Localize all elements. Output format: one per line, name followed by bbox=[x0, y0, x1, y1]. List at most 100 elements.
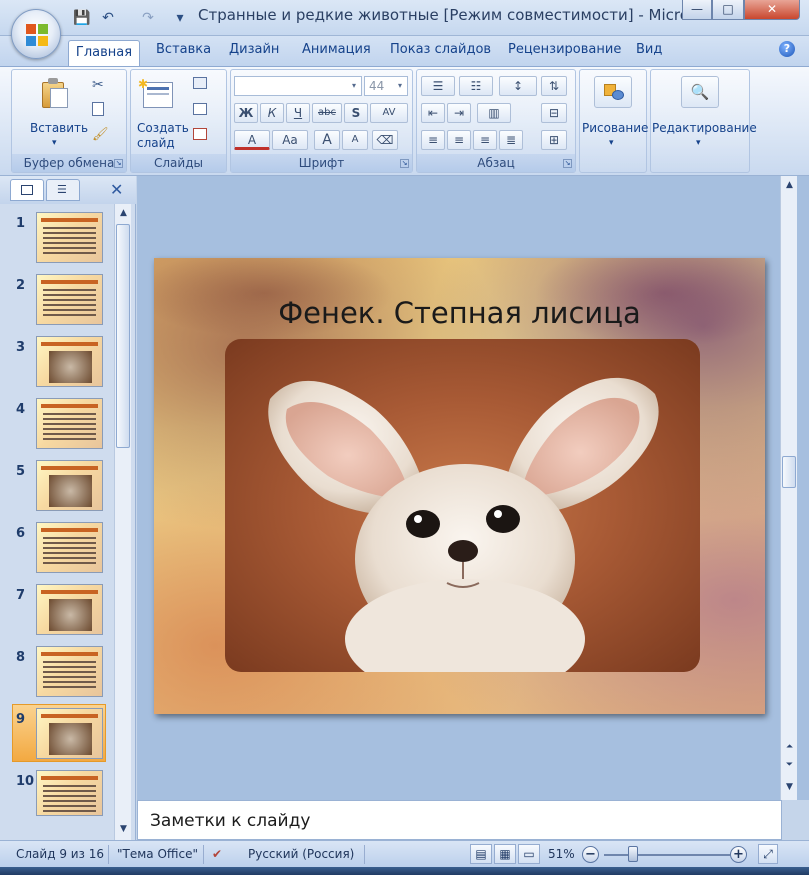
scroll-thumb[interactable] bbox=[116, 224, 130, 448]
zoom-in-button[interactable]: + bbox=[730, 846, 747, 863]
shapes-icon[interactable] bbox=[594, 76, 632, 108]
columns-icon[interactable]: ▥ bbox=[477, 103, 511, 123]
editor-scrollbar[interactable]: ▲ ⏶ ⏷ ▼ bbox=[780, 176, 797, 800]
paragraph-launcher-icon[interactable]: ↘ bbox=[563, 159, 572, 168]
shrink-font-button[interactable]: A bbox=[342, 130, 368, 150]
previous-slide-icon[interactable]: ⏶ bbox=[782, 740, 797, 755]
cut-icon[interactable]: ✂ bbox=[92, 77, 104, 93]
undo-icon[interactable]: ↶ bbox=[98, 9, 118, 27]
tab-insert[interactable]: Вставка bbox=[156, 42, 211, 57]
close-button[interactable]: ✕ bbox=[744, 0, 800, 20]
font-launcher-icon[interactable]: ↘ bbox=[400, 159, 409, 168]
font-color-button[interactable]: A bbox=[234, 130, 270, 150]
slide-thumbnail-1[interactable] bbox=[36, 212, 103, 263]
slide-thumbnail-6[interactable] bbox=[36, 522, 103, 573]
slide-thumbnail-5[interactable] bbox=[36, 460, 103, 511]
slide-sorter-button[interactable]: ▦ bbox=[494, 844, 516, 864]
font-name-combobox[interactable]: ▾ bbox=[234, 76, 362, 96]
slide-thumbnail-3[interactable] bbox=[36, 336, 103, 387]
zoom-level[interactable]: 51% bbox=[548, 847, 575, 861]
justify-icon[interactable]: ≣ bbox=[499, 130, 523, 150]
paste-button[interactable]: Вставить bbox=[30, 121, 88, 135]
help-icon[interactable]: ? bbox=[779, 41, 795, 57]
tab-design[interactable]: Дизайн bbox=[229, 42, 279, 57]
character-spacing-button[interactable]: AV bbox=[370, 103, 408, 123]
font-size-combobox[interactable]: 44 ▾ bbox=[364, 76, 408, 96]
office-button[interactable] bbox=[11, 9, 61, 59]
tab-home[interactable]: Главная bbox=[68, 40, 140, 67]
slide-thumbnail-7[interactable] bbox=[36, 584, 103, 635]
slide-thumbnail-2[interactable] bbox=[36, 274, 103, 325]
new-slide-label-2[interactable]: слайд bbox=[137, 136, 175, 150]
align-right-icon[interactable]: ≡ bbox=[473, 130, 497, 150]
strikethrough-button[interactable]: abc bbox=[312, 103, 342, 123]
clear-formatting-icon[interactable]: ⌫ bbox=[372, 130, 398, 150]
zoom-slider[interactable] bbox=[604, 854, 730, 856]
scroll-up-icon[interactable]: ▲ bbox=[116, 206, 131, 221]
bold-button[interactable]: Ж bbox=[234, 103, 258, 123]
spellcheck-icon[interactable]: ✔ bbox=[212, 847, 222, 861]
slide-thumbnail-9[interactable] bbox=[36, 708, 103, 759]
scroll-down-icon[interactable]: ▼ bbox=[782, 780, 797, 795]
tab-view[interactable]: Вид bbox=[636, 42, 662, 57]
tab-outline[interactable]: ☰ bbox=[46, 179, 80, 201]
fennec-fox-photo[interactable] bbox=[225, 339, 700, 672]
slide-title[interactable]: Фенек. Степная лисица bbox=[154, 296, 765, 330]
reset-slide-icon[interactable] bbox=[193, 103, 207, 115]
scroll-thumb[interactable] bbox=[782, 456, 796, 488]
slide-thumbnail-4[interactable] bbox=[36, 398, 103, 449]
zoom-out-button[interactable]: − bbox=[582, 846, 599, 863]
format-painter-icon[interactable]: 🖌 bbox=[92, 127, 109, 142]
delete-slide-icon[interactable] bbox=[193, 128, 207, 140]
copy-icon[interactable] bbox=[92, 102, 104, 116]
paste-icon[interactable] bbox=[42, 78, 70, 110]
new-slide-icon[interactable]: ✱ bbox=[138, 77, 173, 108]
italic-button[interactable]: К bbox=[260, 103, 284, 123]
minimize-button[interactable]: — bbox=[682, 0, 712, 20]
align-left-icon[interactable]: ≡ bbox=[421, 130, 445, 150]
drawing-button[interactable]: Рисование bbox=[582, 121, 648, 135]
slideshow-button[interactable]: ▭ bbox=[518, 844, 540, 864]
decrease-indent-icon[interactable]: ⇤ bbox=[421, 103, 445, 123]
clipboard-launcher-icon[interactable]: ↘ bbox=[114, 159, 123, 168]
align-center-icon[interactable]: ≡ bbox=[447, 130, 471, 150]
normal-view-button[interactable]: ▤ bbox=[470, 844, 492, 864]
editing-dropdown-icon[interactable]: ▾ bbox=[696, 136, 701, 150]
new-slide-button[interactable]: Создать bbox=[137, 121, 189, 135]
binoculars-icon[interactable]: 🔍 bbox=[681, 76, 719, 108]
increase-indent-icon[interactable]: ⇥ bbox=[447, 103, 471, 123]
theme-name[interactable]: "Тема Office" bbox=[117, 847, 198, 861]
underline-button[interactable]: Ч bbox=[286, 103, 310, 123]
smartart-icon[interactable]: ⊞ bbox=[541, 130, 567, 150]
line-spacing-icon[interactable]: ↕ bbox=[499, 76, 537, 96]
save-icon[interactable]: 💾 bbox=[72, 9, 92, 27]
close-pane-icon[interactable]: ✕ bbox=[110, 180, 123, 199]
fit-to-window-icon[interactable]: ⤢ bbox=[758, 844, 778, 864]
scroll-up-icon[interactable]: ▲ bbox=[782, 178, 797, 193]
tab-slides-thumbnails[interactable] bbox=[10, 179, 44, 201]
tab-slideshow[interactable]: Показ слайдов bbox=[390, 42, 491, 57]
slide-canvas[interactable]: Фенек. Степная лисица bbox=[154, 258, 765, 714]
maximize-button[interactable]: □ bbox=[712, 0, 744, 20]
change-case-button[interactable]: Aa bbox=[272, 130, 308, 150]
align-text-icon[interactable]: ⊟ bbox=[541, 103, 567, 123]
drawing-dropdown-icon[interactable]: ▾ bbox=[609, 136, 614, 150]
language[interactable]: Русский (Россия) bbox=[248, 847, 354, 861]
grow-font-button[interactable]: A bbox=[314, 130, 340, 150]
scroll-down-icon[interactable]: ▼ bbox=[116, 822, 131, 837]
tab-review[interactable]: Рецензирование bbox=[508, 42, 621, 57]
slide-thumbnail-10[interactable] bbox=[36, 770, 103, 816]
notes-pane[interactable]: Заметки к слайду bbox=[137, 800, 782, 840]
notes-placeholder[interactable]: Заметки к слайду bbox=[150, 811, 310, 831]
next-slide-icon[interactable]: ⏷ bbox=[782, 758, 797, 773]
slide-thumbnail-8[interactable] bbox=[36, 646, 103, 697]
customize-quick-access-icon[interactable]: ▾ bbox=[170, 9, 190, 27]
text-direction-icon[interactable]: ⇅ bbox=[541, 76, 567, 96]
shadow-button[interactable]: S bbox=[344, 103, 368, 123]
layout-icon[interactable] bbox=[193, 77, 207, 89]
tab-animation[interactable]: Анимация bbox=[302, 42, 371, 57]
editing-button[interactable]: Редактирование bbox=[652, 121, 757, 135]
numbering-icon[interactable]: ☷ bbox=[459, 76, 493, 96]
bullets-icon[interactable]: ☰ bbox=[421, 76, 455, 96]
paste-dropdown-icon[interactable]: ▾ bbox=[52, 136, 57, 150]
